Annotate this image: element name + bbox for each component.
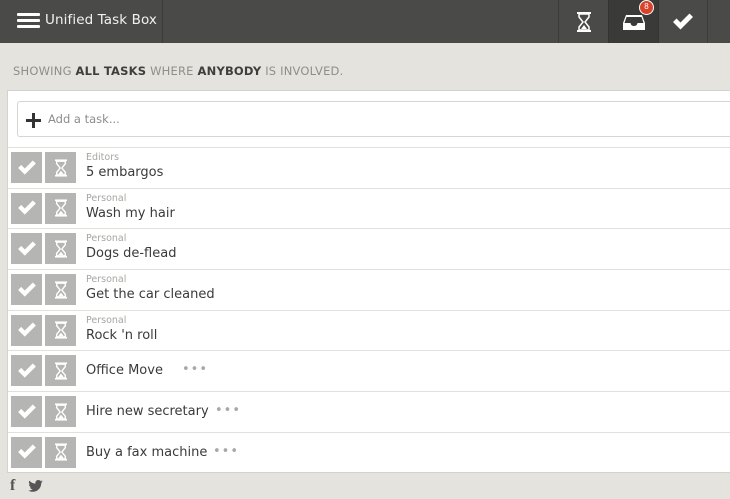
checkmark-icon (17, 322, 36, 337)
postpone-task-button[interactable] (45, 152, 76, 183)
complete-task-button[interactable] (11, 436, 42, 468)
hourglass-icon (54, 240, 67, 258)
summary-suffix: is involved. (265, 64, 344, 78)
summary-scope: All Tasks (75, 64, 147, 78)
complete-task-button[interactable] (11, 396, 42, 428)
app-title: Unified Task Box (45, 12, 157, 28)
summary-prefix: Showing (13, 64, 72, 78)
task-title[interactable]: Office Move (86, 363, 163, 378)
task-row[interactable]: Personal Wash my hair (8, 187, 730, 229)
task-row[interactable]: Personal Dogs de-flead (8, 228, 730, 269)
hourglass-icon (54, 443, 67, 461)
checkmark-icon (673, 13, 693, 29)
hourglass-icon (54, 158, 67, 177)
task-row[interactable]: Buy a fax machine ••• (8, 431, 730, 473)
add-task-box[interactable] (17, 101, 730, 137)
more-options-icon[interactable]: ••• (213, 445, 239, 458)
pending-tasks-button[interactable] (558, 0, 608, 43)
summary-who: Anybody (197, 64, 262, 78)
top-bar: Unified Task Box 8 (0, 0, 730, 43)
task-title[interactable]: Hire new secretary (86, 404, 209, 419)
task-row[interactable]: Hire new secretary ••• (8, 391, 730, 432)
task-row[interactable]: Editors 5 embargos (8, 147, 730, 188)
facebook-icon[interactable]: f (10, 477, 15, 495)
postpone-task-button[interactable] (45, 233, 76, 265)
checkmark-icon (17, 200, 36, 215)
task-category: Personal (86, 314, 127, 326)
complete-task-button[interactable] (11, 152, 42, 183)
hourglass-icon (576, 11, 591, 32)
postpone-task-button[interactable] (45, 396, 76, 428)
filter-summary: Showing All Tasks where Anybody is invol… (13, 64, 343, 78)
task-list: Editors 5 embargos Personal Wash my hair… (8, 147, 730, 473)
completed-tasks-button[interactable] (658, 0, 708, 43)
checkmark-icon (17, 241, 36, 256)
twitter-icon[interactable] (28, 480, 44, 492)
postpone-task-button[interactable] (45, 436, 76, 468)
checkmark-icon (17, 363, 36, 378)
task-title[interactable]: Wash my hair (86, 206, 175, 221)
postpone-task-button[interactable] (45, 192, 76, 224)
add-task-input[interactable] (48, 109, 648, 129)
summary-middle: where (150, 64, 194, 78)
postpone-task-button[interactable] (45, 274, 76, 306)
complete-task-button[interactable] (11, 192, 42, 224)
task-category: Personal (86, 274, 127, 286)
social-links: f (10, 477, 44, 495)
postpone-task-button[interactable] (45, 355, 76, 387)
complete-task-button[interactable] (11, 274, 42, 306)
task-category: Personal (86, 192, 127, 204)
task-title[interactable]: 5 embargos (86, 165, 163, 180)
task-title[interactable]: Get the car cleaned (86, 287, 215, 302)
task-category: Editors (86, 152, 120, 163)
task-title[interactable]: Buy a fax machine (86, 445, 207, 460)
checkmark-icon (17, 404, 36, 419)
checkmark-icon (17, 159, 36, 175)
hourglass-icon (54, 403, 67, 421)
hourglass-icon (54, 362, 67, 380)
checkmark-icon (17, 282, 36, 297)
complete-task-button[interactable] (11, 355, 42, 387)
more-options-icon[interactable]: ••• (182, 363, 208, 376)
hourglass-icon (54, 321, 67, 339)
menu-button[interactable]: Unified Task Box (0, 0, 163, 43)
complete-task-button[interactable] (11, 314, 42, 346)
hourglass-icon (54, 199, 67, 217)
task-title[interactable]: Dogs de-flead (86, 246, 176, 261)
more-options-icon[interactable]: ••• (215, 404, 241, 417)
postpone-task-button[interactable] (45, 314, 76, 346)
task-category: Personal (86, 233, 127, 245)
hamburger-icon (17, 12, 40, 29)
hourglass-icon (54, 280, 67, 299)
plus-icon[interactable] (26, 113, 41, 128)
task-row[interactable]: Office Move ••• (8, 350, 730, 391)
complete-task-button[interactable] (11, 233, 42, 265)
inbox-tray-icon (622, 14, 645, 30)
task-panel: Editors 5 embargos Personal Wash my hair… (7, 90, 730, 473)
task-title[interactable]: Rock 'n roll (86, 328, 157, 343)
task-row[interactable]: Personal Get the car cleaned (8, 269, 730, 310)
inbox-button[interactable]: 8 (608, 0, 658, 43)
checkmark-icon (17, 444, 36, 459)
inbox-count-badge: 8 (639, 0, 654, 15)
task-row[interactable]: Personal Rock 'n roll (8, 309, 730, 351)
